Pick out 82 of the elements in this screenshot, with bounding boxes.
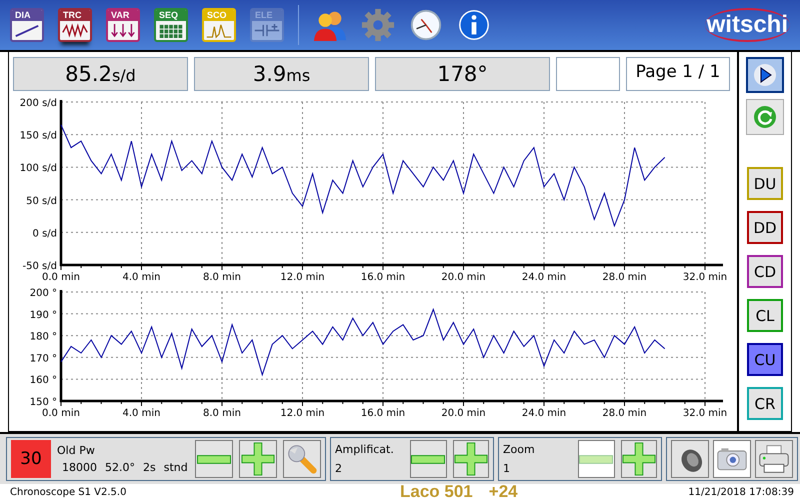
panel-label: Old Pw — [57, 444, 96, 457]
panel-label: Amplificat. — [335, 443, 395, 456]
axis-label: 0 s/d — [32, 228, 57, 240]
axis-label: 0.0 min — [42, 272, 80, 283]
toolbar-button[interactable]: TRC — [58, 8, 92, 42]
camera-button[interactable] — [713, 440, 751, 478]
detail-text: 52.0° — [105, 461, 135, 474]
detail-text: stnd — [164, 461, 188, 474]
printer-button[interactable] — [755, 440, 793, 478]
mode-button[interactable]: CR — [747, 387, 783, 420]
plus-button[interactable] — [620, 440, 657, 478]
axis-label: 16.0 min — [360, 408, 406, 419]
axis-label: 4.0 min — [122, 272, 160, 283]
axis-label: 150 ° — [30, 397, 57, 408]
axis-label: 12.0 min — [280, 408, 325, 419]
readout-box: 3.9ms — [194, 57, 369, 91]
zigzag-icon — [60, 21, 90, 40]
axis-label: 100 s/d — [20, 163, 57, 174]
mode-button[interactable]: CD — [747, 255, 783, 288]
panel-label: Zoom — [503, 443, 536, 456]
plus-button[interactable] — [452, 440, 489, 478]
readout-box: Page 1 / 1 — [626, 57, 730, 91]
axis-label: 170 ° — [30, 353, 57, 364]
info-icon[interactable] — [457, 8, 491, 42]
minus-icon — [197, 454, 231, 464]
logo: witschi — [704, 8, 790, 42]
readout-box: 85.2s/d — [13, 57, 188, 91]
axis-label: 150 s/d — [20, 130, 57, 142]
axis-label: 20.0 min — [441, 272, 486, 283]
axis-label: 12.0 min — [280, 272, 325, 283]
minus-button[interactable] — [195, 440, 233, 478]
toolbar-button[interactable]: VAR — [106, 8, 140, 42]
axis-label: 8.0 min — [203, 272, 241, 283]
watch-name: Laco 501 — [400, 484, 473, 500]
axis-label: 32.0 min — [682, 272, 728, 283]
detail-text: 2s — [143, 461, 156, 474]
refresh-button[interactable] — [746, 99, 784, 135]
axis-label: 24.0 min — [522, 408, 566, 419]
axis-label: -50 s/d — [22, 261, 57, 272]
axis-label: 20.0 min — [441, 408, 486, 419]
minus-icon — [411, 454, 446, 464]
axis-label: 24.0 min — [522, 272, 566, 283]
next-button[interactable] — [746, 57, 784, 93]
mode-button[interactable]: CL — [747, 299, 783, 332]
date-time: 11/21/2018 17:08:39 — [688, 486, 794, 498]
minus-button[interactable] — [410, 440, 446, 478]
speaker-button[interactable] — [671, 440, 709, 478]
axis-label: 180 ° — [30, 332, 57, 343]
refresh-icon — [753, 105, 777, 129]
axis-label: 50 s/d — [26, 196, 57, 207]
axis-label: 32.0 min — [682, 408, 728, 419]
panel-value: 1 — [503, 462, 511, 475]
axis-label: 200 ° — [30, 288, 57, 299]
axis-label: 200 s/d — [20, 98, 57, 109]
offset-text: +24 — [488, 484, 518, 500]
mode-button[interactable]: DD — [747, 211, 783, 244]
panel-value: 2 — [335, 462, 343, 475]
version-text: Chronoscope S1 V2.5.0 — [10, 486, 128, 498]
mode-button[interactable]: CU — [747, 343, 783, 376]
readout-box: 178° — [375, 57, 550, 91]
mode-button[interactable]: DU — [747, 167, 783, 200]
printer-icon — [758, 443, 790, 475]
toolbar-button[interactable]: DIA — [10, 8, 44, 42]
axis-label: 160 ° — [30, 375, 57, 386]
toolbar-button[interactable]: SEQ — [154, 8, 188, 42]
plus-icon — [622, 442, 656, 476]
lift-value: 30 — [11, 440, 51, 478]
axis-label: 28.0 min — [602, 272, 647, 283]
axis-label: 8.0 min — [203, 408, 241, 419]
plus-icon — [454, 442, 488, 476]
axis-label: 190 ° — [30, 310, 57, 321]
axis-label: 16.0 min — [360, 272, 406, 283]
axis-label: 28.0 min — [602, 408, 647, 419]
plus-icon — [241, 442, 275, 476]
play-icon — [753, 63, 777, 87]
plus-button[interactable] — [239, 440, 277, 478]
axis-label: 4.0 min — [122, 408, 160, 419]
readout-box — [556, 57, 620, 91]
detail-text: 18000 — [62, 461, 97, 474]
clock-icon[interactable] — [409, 8, 443, 42]
minus-icon — [579, 454, 614, 464]
axis-label: 0.0 min — [42, 408, 80, 419]
